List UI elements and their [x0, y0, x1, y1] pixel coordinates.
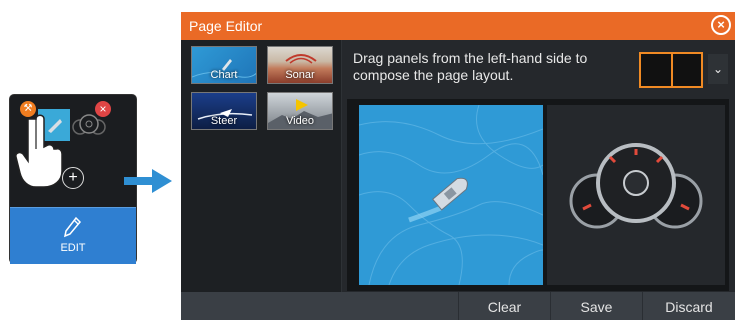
chevron-down-icon[interactable]: ⌄ [708, 54, 728, 84]
edit-label: EDIT [60, 242, 86, 254]
edit-button[interactable]: EDIT [10, 207, 136, 264]
discard-button[interactable]: Discard [643, 292, 735, 320]
page-tile[interactable]: ⚒ × + EDIT [10, 95, 136, 264]
page-editor-dialog: Page Editor × Chart Sonar Steer Video Dr… [181, 12, 735, 320]
title-bar: Page Editor × [181, 12, 735, 40]
dialog-title: Page Editor [189, 18, 263, 34]
hand-pointer-icon [15, 114, 63, 188]
panel-video[interactable]: Video [267, 92, 333, 130]
panel-palette: Chart Sonar Steer Video [181, 40, 342, 292]
layout-split-divider [671, 54, 673, 86]
gauge-cluster-icon [569, 143, 703, 229]
page-tile-preview[interactable]: ⚒ × + [10, 95, 136, 207]
chart-contours [359, 105, 543, 285]
footer-bar: Clear Save Discard [181, 292, 735, 320]
layout-selector[interactable] [639, 52, 703, 88]
close-icon[interactable]: × [95, 101, 111, 117]
instruction-text: Drag panels from the left-hand side to c… [353, 50, 588, 83]
clear-button[interactable]: Clear [459, 292, 550, 320]
gauge-pane[interactable] [547, 105, 725, 285]
panel-sonar[interactable]: Sonar [267, 46, 333, 84]
panel-chart[interactable]: Chart [191, 46, 257, 84]
arrow-right-icon [124, 169, 172, 193]
close-button[interactable]: × [711, 15, 731, 35]
save-button[interactable]: Save [551, 292, 642, 320]
chart-pane[interactable] [359, 105, 543, 285]
panel-steer[interactable]: Steer [191, 92, 257, 130]
layout-preview [347, 99, 729, 291]
pencil-icon [64, 216, 82, 238]
